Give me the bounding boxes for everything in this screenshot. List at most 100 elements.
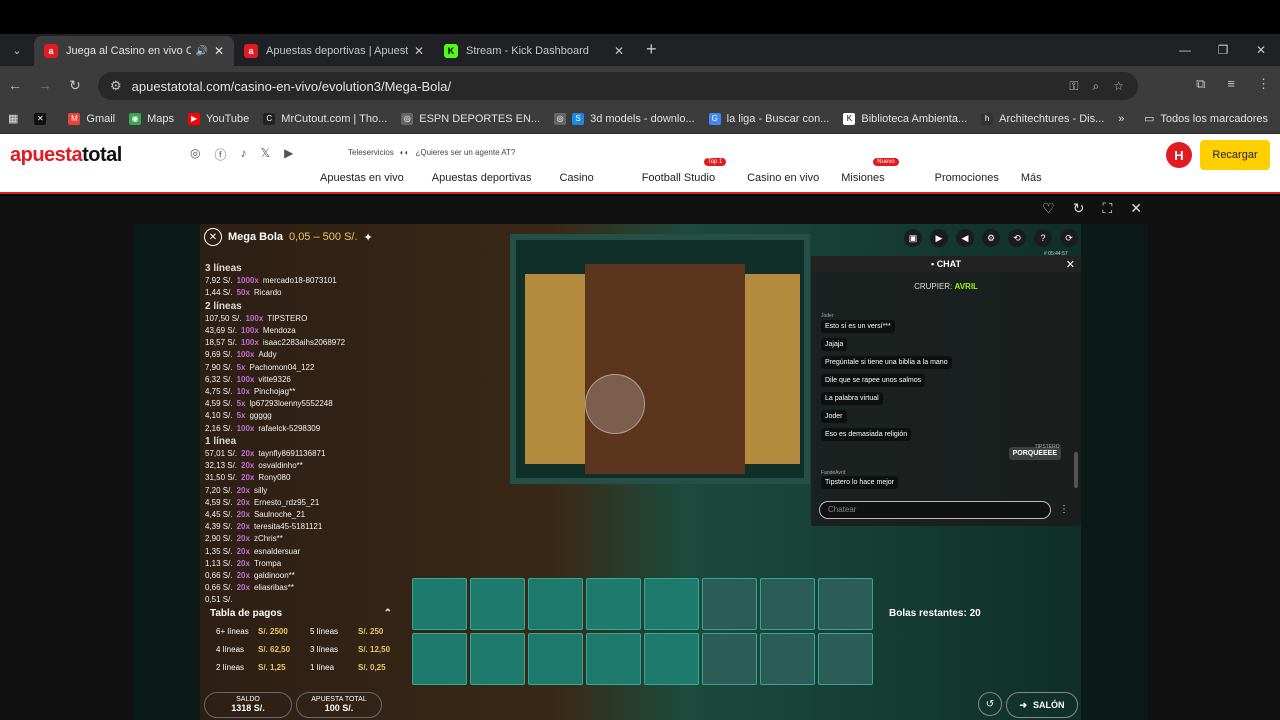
bookmark-3dmodels[interactable]: ◎ S 3d models - downlo...	[554, 112, 695, 125]
reload-icon[interactable]: ↻	[60, 77, 90, 94]
extensions-icon[interactable]: ⧉	[1196, 76, 1205, 92]
tab-search-icon[interactable]: ⌄	[6, 39, 28, 61]
help-icon[interactable]: ?	[1034, 229, 1052, 247]
nav-apuestas-en-vivo[interactable]: Apuestas en vivo	[320, 172, 404, 184]
youtube-icon[interactable]: ▶	[284, 146, 293, 163]
back-icon[interactable]: ←	[0, 77, 30, 93]
star-icon[interactable]: ☆	[1113, 79, 1124, 94]
teleservicios-label[interactable]: Teleservicios	[348, 148, 394, 157]
bingo-card[interactable]	[470, 633, 525, 685]
close-tab-icon[interactable]: ✕	[414, 44, 424, 58]
bingo-card[interactable]	[702, 633, 757, 685]
bingo-card[interactable]	[818, 633, 873, 685]
salon-button[interactable]: ➜ SALÓN	[1006, 692, 1078, 718]
more-options-icon[interactable]: ⋮	[1059, 504, 1069, 515]
site-info-icon[interactable]: ⚙	[110, 78, 122, 94]
fullscreen-icon[interactable]: ⛶	[1102, 200, 1112, 217]
url-field[interactable]: ⚙ apuestatotal.com/casino-en-vivo/evolut…	[98, 72, 1138, 100]
bookmark-architechtures[interactable]: h Architechtures - Dis...	[981, 112, 1104, 125]
apps-icon[interactable]: ▦	[8, 112, 18, 125]
history-icon[interactable]: ↺	[978, 692, 1002, 716]
bingo-card[interactable]	[528, 633, 583, 685]
settings-icon[interactable]: ⚙	[982, 229, 1000, 247]
maximize-icon[interactable]: ❐	[1204, 43, 1242, 57]
winner-mul: 20x	[241, 473, 255, 483]
nav-football-studio[interactable]: Football Studio Top 1	[642, 158, 743, 184]
agent-link[interactable]: ¿Quieres ser un agente AT?	[415, 148, 515, 157]
more-bookmarks-icon[interactable]: »	[1118, 113, 1124, 125]
minimize-icon[interactable]: —	[1166, 43, 1204, 57]
bingo-card[interactable]	[412, 578, 467, 630]
bingo-card[interactable]	[644, 633, 699, 685]
bingo-card[interactable]	[644, 578, 699, 630]
close-chat-icon[interactable]: ✕	[1066, 258, 1075, 271]
volume-icon[interactable]: ◀	[956, 229, 974, 247]
nav-apuestas-deportivas[interactable]: Apuestas deportivas	[432, 172, 532, 184]
nav-mas[interactable]: Más	[1021, 172, 1042, 184]
speaker-icon[interactable]: 🔊	[195, 46, 207, 57]
tab-casino[interactable]: a Juega al Casino en vivo Onl 🔊 ✕	[34, 36, 234, 66]
bingo-card[interactable]	[586, 633, 641, 685]
password-key-icon[interactable]: ⚿	[1069, 79, 1078, 94]
tab-apuestas[interactable]: a Apuestas deportivas | Apuestas ✕	[234, 36, 434, 66]
close-tab-icon[interactable]: ✕	[614, 44, 624, 58]
bookmark-mrcutout[interactable]: C MrCutout.com | Tho...	[263, 112, 387, 125]
bingo-card[interactable]	[470, 578, 525, 630]
bookmark-google[interactable]: Gla liga - Buscar con...	[708, 112, 829, 125]
chevron-up-icon[interactable]: ⌃	[384, 608, 392, 619]
bookmark-biblioteca[interactable]: K Biblioteca Ambienta...	[843, 112, 967, 125]
media-icon[interactable]: ≡	[1227, 76, 1235, 92]
bookmark-x-icon[interactable]: ✕	[34, 112, 52, 125]
bingo-card[interactable]	[818, 578, 873, 630]
instagram-icon[interactable]: ◎	[190, 146, 200, 163]
apuestatotal-logo[interactable]: apuestatotal	[10, 144, 122, 167]
favorite-heart-icon[interactable]: ♡	[1042, 200, 1055, 217]
new-tab-icon[interactable]: +	[646, 39, 657, 60]
bookmark-espn[interactable]: ◎ ESPN DEPORTES EN...	[401, 112, 540, 125]
close-window-icon[interactable]: ✕	[1242, 43, 1280, 57]
close-tab-icon[interactable]: ✕	[214, 44, 224, 58]
close-game-icon[interactable]: ✕	[1130, 200, 1142, 217]
tab-kick[interactable]: K Stream - Kick Dashboard ✕	[434, 36, 634, 66]
zoom-icon[interactable]: ⌕	[1093, 79, 1100, 94]
paytable-header[interactable]: Tabla de pagos ⌃	[210, 608, 392, 619]
menu-icon[interactable]: ⋮	[1257, 76, 1270, 92]
x-icon[interactable]: 𝕏	[261, 146, 271, 163]
forward-icon[interactable]: →	[30, 77, 60, 93]
all-bookmarks[interactable]: ▭ Todos los marcadores	[1144, 112, 1268, 126]
winner-amount: 4,75 S/.	[205, 387, 233, 397]
nav-casino[interactable]: Casino	[559, 172, 593, 184]
bingo-card[interactable]	[702, 578, 757, 630]
nav-misiones[interactable]: Misiones Nuevo	[841, 158, 912, 184]
chat-scrollbar[interactable]	[1074, 452, 1078, 488]
bingo-card[interactable]	[412, 633, 467, 685]
pin-icon[interactable]: ✦	[364, 231, 373, 244]
bingo-card[interactable]	[528, 578, 583, 630]
close-icon[interactable]: ✕	[204, 228, 222, 246]
winner-mul: 100x	[236, 374, 255, 384]
avatar[interactable]: H	[1166, 142, 1192, 168]
main-nav: Apuestas en vivo Apuestas deportivas Cas…	[320, 158, 1070, 184]
bookmark-maps[interactable]: ◉ Maps	[129, 112, 174, 125]
tiktok-icon[interactable]: ♪	[241, 146, 247, 163]
bookmark-youtube[interactable]: ▶ YouTube	[188, 112, 249, 125]
bingo-card[interactable]	[586, 578, 641, 630]
lobby-icon[interactable]: ⟳	[1060, 229, 1078, 247]
refresh-icon[interactable]: ↻	[1073, 200, 1085, 217]
chat-input[interactable]: Chatear	[819, 501, 1051, 519]
winner-user: lp67293loenny5552248	[249, 399, 333, 409]
bingo-card[interactable]	[760, 633, 815, 685]
winners-list: 3 líneas 7,92 S/. 1000x mercado18-8073101 1,…	[205, 262, 395, 607]
chat-icon[interactable]: ▣	[904, 229, 922, 247]
video-icon[interactable]: ▶	[930, 229, 948, 247]
recargar-button[interactable]: Recargar	[1200, 140, 1270, 170]
paytable: Tabla de pagos ⌃ 6+ líneas S/. 2500 5 línea…	[204, 604, 396, 686]
nav-promociones[interactable]: Promociones	[935, 172, 999, 184]
bookmark-gmail[interactable]: M Gmail	[68, 112, 115, 125]
salon-label: SALÓN	[1033, 700, 1065, 710]
bingo-card[interactable]	[760, 578, 815, 630]
chat-title: CHAT	[936, 259, 962, 269]
facebook-icon[interactable]: ⓕ	[214, 146, 226, 163]
history-clock-icon[interactable]: ⟲	[1008, 229, 1026, 247]
nav-casino-en-vivo[interactable]: Casino en vivo	[747, 172, 819, 184]
